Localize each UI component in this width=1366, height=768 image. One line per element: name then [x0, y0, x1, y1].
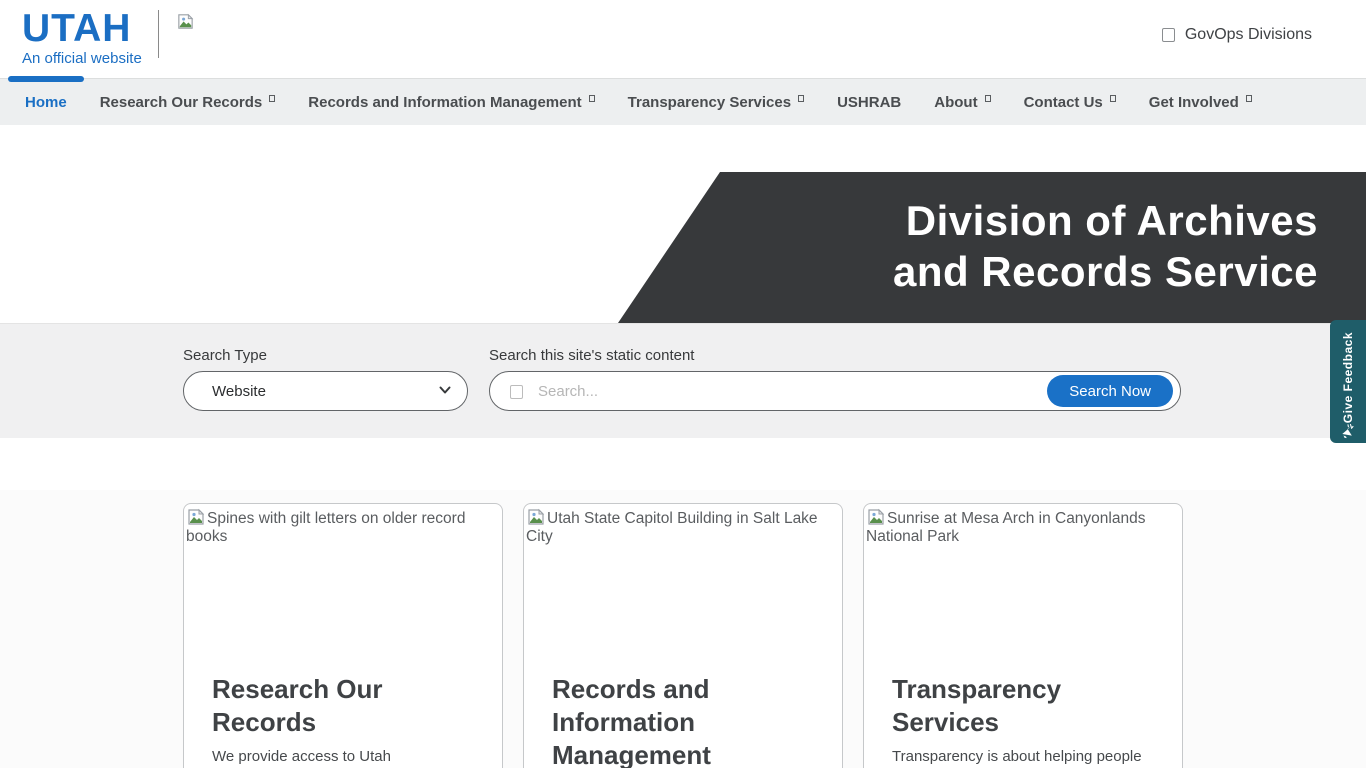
hero-section: Division of Archives and Records Service — [0, 125, 1366, 323]
main-nav: Home Research Our Records Records and In… — [0, 76, 1366, 125]
broken-image-icon — [188, 508, 205, 525]
site-search-field: Search Now — [489, 371, 1181, 411]
nav-item-contact-us[interactable]: Contact Us — [1024, 94, 1116, 111]
card-image-alt: Utah State Capitol Building in Salt Lake… — [526, 508, 818, 545]
search-icon — [510, 385, 523, 399]
nav-item-research-our-records[interactable]: Research Our Records — [100, 94, 276, 111]
active-tab-indicator — [8, 76, 84, 82]
card-image-placeholder: Utah State Capitol Building in Salt Lake… — [524, 504, 842, 662]
card-image-alt: Spines with gilt letters on older record… — [186, 508, 465, 545]
card-body: Transparency Services Transparency is ab… — [864, 662, 1182, 768]
nav-item-about[interactable]: About — [934, 94, 991, 111]
dropdown-marker-icon — [588, 94, 595, 102]
official-website-tagline: An official website — [22, 50, 142, 67]
nav-item-get-involved[interactable]: Get Involved — [1149, 94, 1252, 111]
card-image-placeholder: Sunrise at Mesa Arch in Canyonlands Nati… — [864, 504, 1182, 662]
page-title-line2: and Records Service — [892, 248, 1318, 295]
card-title: Research Our Records — [212, 674, 383, 737]
card-description: Transparency is about helping people nav… — [892, 748, 1142, 765]
nav-item-records-information-management[interactable]: Records and Information Management — [308, 94, 595, 111]
page: UTAH An official website GovOps Division… — [0, 0, 1366, 768]
dropdown-marker-icon — [798, 94, 805, 102]
card-description: We provide access to Utah governmental e… — [212, 748, 391, 765]
dropdown-marker-icon — [1245, 94, 1252, 102]
search-content-label: Search this site's static content — [489, 347, 695, 364]
dropdown-marker-icon — [1109, 94, 1116, 102]
govops-divisions-link[interactable]: GovOps Divisions — [1161, 26, 1312, 44]
card-research-our-records[interactable]: Spines with gilt letters on older record… — [183, 503, 503, 768]
broken-image-icon — [868, 508, 885, 525]
give-feedback-tab[interactable]: Give Feedback — [1330, 320, 1366, 443]
card-image-placeholder: Spines with gilt letters on older record… — [184, 504, 502, 662]
search-section: Search Type Website Search this site's s… — [0, 323, 1366, 438]
dropdown-marker-icon — [269, 94, 276, 102]
search-type-label: Search Type — [183, 347, 267, 364]
card-image-alt: Sunrise at Mesa Arch in Canyonlands Nati… — [866, 508, 1145, 545]
card-body: Research Our Records We provide access t… — [184, 662, 502, 768]
card-records-information-management[interactable]: Utah State Capitol Building in Salt Lake… — [523, 503, 843, 768]
govops-label: GovOps Divisions — [1184, 26, 1312, 43]
give-feedback-label: Give Feedback — [1341, 332, 1355, 424]
search-type-select-wrap: Website — [183, 371, 468, 411]
broken-image-icon — [176, 12, 195, 36]
search-type-select[interactable]: Website — [183, 371, 468, 411]
feature-cards-section: Spines with gilt letters on older record… — [0, 490, 1366, 768]
govops-icon — [1161, 28, 1175, 42]
megaphone-icon — [1340, 423, 1356, 444]
header-divider — [158, 10, 159, 58]
utah-logo[interactable]: UTAH An official website — [22, 8, 144, 67]
nav-item-ushrab[interactable]: USHRAB — [837, 94, 901, 111]
card-title: Records and Information Management — [552, 674, 711, 768]
card-title: Transparency Services — [892, 674, 1062, 737]
dropdown-marker-icon — [984, 94, 991, 102]
site-header: UTAH An official website GovOps Division… — [0, 0, 1366, 78]
page-title-line1: Division of Archives — [905, 197, 1318, 244]
hero-banner: Division of Archives and Records Service — [618, 172, 1366, 323]
nav-item-home[interactable]: Home — [25, 94, 67, 111]
search-input[interactable] — [538, 373, 1028, 409]
card-body: Records and Information Management — [524, 662, 842, 768]
utah-logo-text: UTAH — [22, 8, 132, 50]
search-now-button[interactable]: Search Now — [1047, 375, 1173, 407]
broken-image-icon — [528, 508, 545, 525]
nav-item-transparency-services[interactable]: Transparency Services — [628, 94, 805, 111]
card-transparency-services[interactable]: Sunrise at Mesa Arch in Canyonlands Nati… — [863, 503, 1183, 768]
